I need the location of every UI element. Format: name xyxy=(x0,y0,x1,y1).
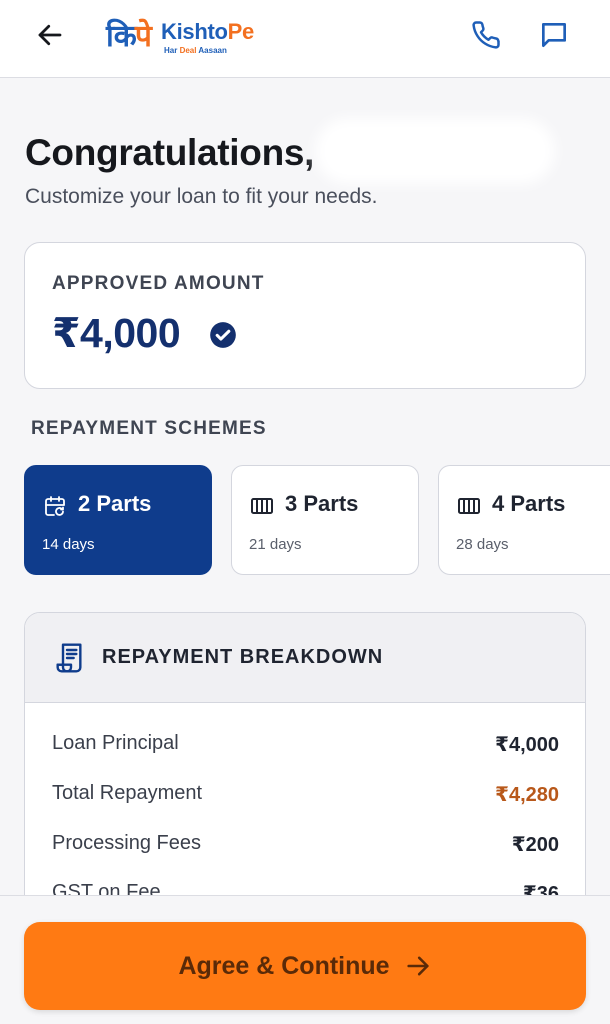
breakdown-value: ₹200 xyxy=(511,834,559,856)
receipt-icon xyxy=(56,643,82,673)
breakdown-value: ₹4,000 xyxy=(495,734,559,756)
brand-name: KishtoPe xyxy=(161,19,254,44)
breakdown-row: Total Repayment ₹4,280 xyxy=(52,782,559,812)
kishtope-logo: किपे KishtoPe Har Deal Aasaan xyxy=(106,12,276,62)
scheme-days: 21 days xyxy=(249,536,302,553)
scheme-title: 2 Parts xyxy=(78,491,152,516)
app-header: किपे KishtoPe Har Deal Aasaan xyxy=(0,0,610,78)
cta-label: Agree & Continue xyxy=(178,951,390,980)
approved-amount-label: APPROVED AMOUNT xyxy=(52,273,265,294)
breakdown-title: REPAYMENT BREAKDOWN xyxy=(102,646,384,668)
logo-mark: किपे xyxy=(106,19,152,54)
chat-icon xyxy=(542,23,566,47)
segments-icon xyxy=(251,498,273,514)
verified-check-icon xyxy=(210,322,236,348)
breakdown-value: ₹4,280 xyxy=(495,784,559,806)
scheme-option-4-parts[interactable]: 4 Parts 28 days xyxy=(438,465,610,575)
segments-icon xyxy=(458,498,480,514)
breakdown-row: Processing Fees ₹200 xyxy=(52,832,559,862)
scheme-days: 14 days xyxy=(42,536,95,553)
breakdown-row: Loan Principal ₹4,000 xyxy=(52,732,559,762)
repayment-schemes-heading: REPAYMENT SCHEMES xyxy=(31,418,267,439)
arrow-left-icon xyxy=(38,24,62,46)
breakdown-label: Loan Principal xyxy=(52,732,179,754)
redacted-name xyxy=(325,128,545,174)
approved-amount-card: APPROVED AMOUNT ₹4,000 xyxy=(24,242,586,389)
back-button[interactable] xyxy=(30,18,70,52)
calendar-refresh-icon xyxy=(45,496,65,516)
approved-amount-value: ₹4,000 xyxy=(52,310,181,356)
page-subtitle: Customize your loan to fit your needs. xyxy=(25,185,378,208)
brand-tagline: Har Deal Aasaan xyxy=(164,46,227,55)
breakdown-label: Processing Fees xyxy=(52,832,201,854)
scheme-option-3-parts[interactable]: 3 Parts 21 days xyxy=(231,465,419,575)
call-button[interactable] xyxy=(466,16,506,54)
scheme-title: 4 Parts xyxy=(492,491,566,516)
arrow-right-icon xyxy=(406,956,429,976)
scheme-days: 28 days xyxy=(456,536,509,553)
phone-icon xyxy=(472,21,500,49)
breakdown-header: REPAYMENT BREAKDOWN xyxy=(25,613,585,703)
breakdown-label: Total Repayment xyxy=(52,782,203,804)
scheme-option-2-parts[interactable]: 2 Parts 14 days xyxy=(24,465,212,575)
page-title: Congratulations, xyxy=(25,132,315,173)
agree-continue-button[interactable]: Agree & Continue xyxy=(24,922,586,1010)
scheme-title: 3 Parts xyxy=(285,491,359,516)
chat-button[interactable] xyxy=(534,16,574,54)
